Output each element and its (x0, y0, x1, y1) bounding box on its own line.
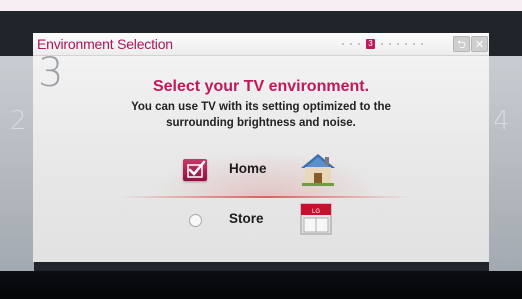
step-dot (350, 43, 352, 45)
option-store-label: Store (229, 211, 264, 226)
store-radio[interactable] (189, 214, 202, 227)
step-indicator: 3 (342, 37, 423, 51)
back-icon: ⮌ (457, 39, 466, 51)
option-home[interactable]: Home (0, 151, 522, 198)
step-dot (389, 43, 391, 45)
back-button[interactable]: ⮌ (453, 36, 470, 52)
house-icon (299, 151, 337, 192)
step-dot (381, 43, 383, 45)
store-sign-text: LG (312, 209, 320, 215)
close-button[interactable]: ✕ (471, 36, 488, 52)
page-description: You can use TV with its setting optimize… (131, 101, 391, 129)
store-icon: LG (299, 201, 333, 242)
title-bar: Environment Selection 3 ⮌ ✕ (33, 33, 489, 56)
checkmark-icon (187, 160, 206, 178)
previous-step-number: 2 (10, 106, 27, 136)
current-step-badge: 3 (366, 39, 375, 49)
step-dot (358, 43, 360, 45)
step-dot (413, 43, 415, 45)
option-home-label: Home (229, 161, 267, 176)
page-heading: Select your TV environment. (152, 78, 370, 95)
step-dot (421, 43, 423, 45)
option-store[interactable]: Store LG (0, 201, 522, 241)
bottom-bar (0, 271, 522, 299)
step-dot (342, 43, 344, 45)
next-step-number: 4 (493, 106, 510, 136)
selection-underline (120, 196, 410, 198)
step-dot (405, 43, 407, 45)
close-icon: ✕ (474, 39, 485, 51)
home-checkbox[interactable] (183, 159, 207, 181)
step-dot (397, 43, 399, 45)
